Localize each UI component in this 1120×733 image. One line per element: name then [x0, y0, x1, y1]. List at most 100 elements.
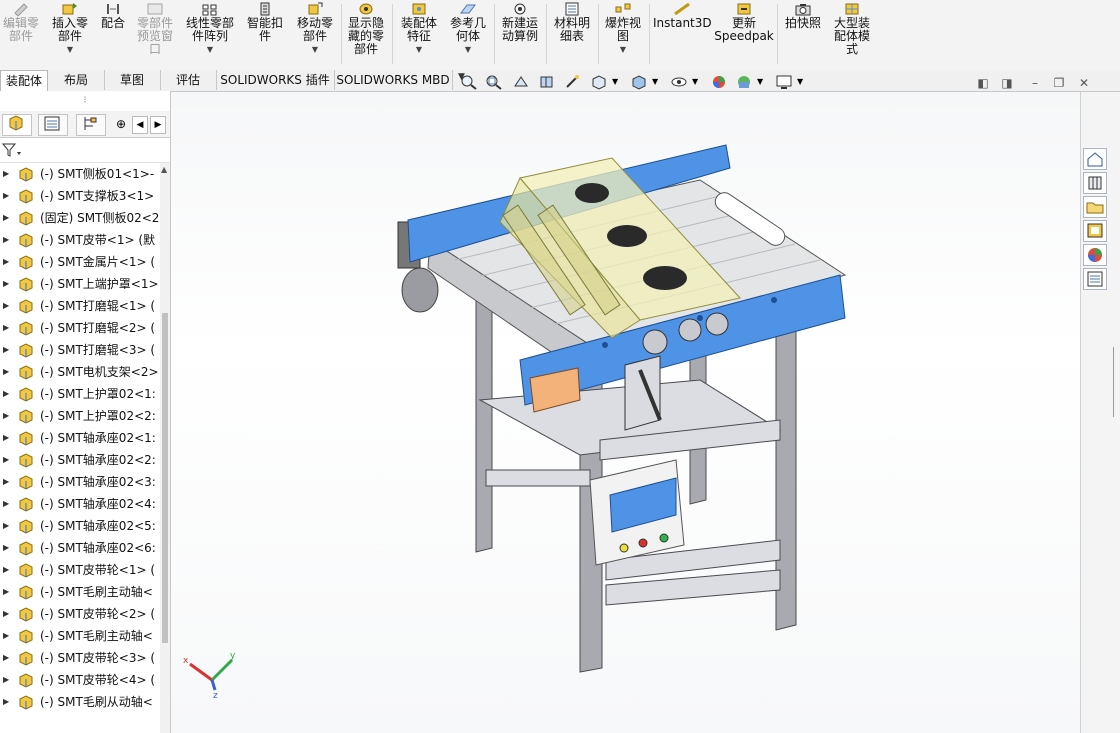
- component-preview-button[interactable]: 零部件 预览窗 口: [133, 0, 177, 66]
- expand-arrow-icon[interactable]: ▶: [3, 537, 9, 559]
- zoom-to-fit-icon[interactable]: [460, 74, 478, 90]
- instant3d-button[interactable]: Instant3D: [653, 0, 712, 66]
- tree-item[interactable]: ▶ (-) SMT皮带轮<3> (: [0, 647, 160, 669]
- tree-item[interactable]: ▶ (-) SMT轴承座02<4:: [0, 493, 160, 515]
- tree-item[interactable]: ▶ (-) SMT打磨辊<2> (: [0, 317, 160, 339]
- tree-item[interactable]: ▶ (-) SMT轴承座02<2:: [0, 449, 160, 471]
- expand-arrow-icon[interactable]: ▶: [3, 163, 9, 185]
- edit-component-button[interactable]: 编辑零 部件: [0, 0, 42, 66]
- custom-properties-button[interactable]: [1083, 268, 1107, 290]
- expand-arrow-icon[interactable]: ▶: [3, 471, 9, 493]
- task-pane-collapse-handle[interactable]: [1113, 347, 1120, 417]
- tree-item[interactable]: ▶ (-) SMT轴承座02<1:: [0, 427, 160, 449]
- scroll-tabs-right-icon[interactable]: ▶: [150, 116, 166, 134]
- tree-item[interactable]: ▶ (-) SMT金属片<1> (: [0, 251, 160, 273]
- restore-pane-right-icon[interactable]: ◨: [1000, 76, 1014, 90]
- chevron-down-icon[interactable]: ▼: [652, 74, 670, 90]
- update-speedpak-button[interactable]: 更新 Speedpak: [714, 0, 774, 66]
- expand-arrow-icon[interactable]: ▶: [3, 669, 9, 691]
- bill-of-materials-button[interactable]: 材料明 细表: [549, 0, 595, 66]
- tree-item[interactable]: ▶ (-) SMT打磨辊<1> (: [0, 295, 160, 317]
- tree-item[interactable]: ▶ (-) SMT轴承座02<6:: [0, 537, 160, 559]
- expand-arrow-icon[interactable]: ▶: [3, 295, 9, 317]
- expand-arrow-icon[interactable]: ▶: [3, 339, 9, 361]
- appearances-button[interactable]: [1083, 244, 1107, 266]
- expand-arrow-icon[interactable]: ▶: [3, 559, 9, 581]
- tree-item[interactable]: ▶ (-) SMT电机支架<2>: [0, 361, 160, 383]
- large-assembly-mode-button[interactable]: 大型装 配体模 式: [828, 0, 876, 66]
- edit-appearance-icon[interactable]: [710, 74, 728, 90]
- tree-item[interactable]: ▶ (-) SMT皮带轮<2> (: [0, 603, 160, 625]
- expand-arrow-icon[interactable]: ▶: [3, 251, 9, 273]
- expand-arrow-icon[interactable]: ▶: [3, 493, 9, 515]
- expand-arrow-icon[interactable]: ▶: [3, 427, 9, 449]
- chevron-down-icon[interactable]: ▼: [46, 43, 94, 56]
- expand-arrow-icon[interactable]: ▶: [3, 647, 9, 669]
- mate-button[interactable]: 配合: [96, 0, 130, 66]
- expand-arrow-icon[interactable]: ▶: [3, 229, 9, 251]
- display-style-icon[interactable]: [630, 74, 648, 90]
- tree-item[interactable]: ▶ (-) SMT毛刷主动轴<: [0, 581, 160, 603]
- move-component-button[interactable]: 移动零 部件 ▼: [292, 0, 338, 66]
- hide-show-items-icon[interactable]: [670, 74, 688, 90]
- tree-item[interactable]: ▶ (-) SMT毛刷主动轴<: [0, 625, 160, 647]
- view-palette-button[interactable]: [1083, 220, 1107, 242]
- expand-arrow-icon[interactable]: ▶: [3, 405, 9, 427]
- apply-scene-icon[interactable]: [735, 74, 753, 90]
- previous-view-icon[interactable]: [512, 74, 530, 90]
- chevron-down-icon[interactable]: ▼: [292, 43, 338, 56]
- chevron-down-icon[interactable]: ▼: [757, 74, 775, 90]
- reference-geometry-button[interactable]: 参考几 何体 ▼: [445, 0, 491, 66]
- tree-item[interactable]: ▶ (-) SMT皮带轮<1> (: [0, 559, 160, 581]
- dynamic-annotation-icon[interactable]: [564, 74, 582, 90]
- solidworks-resources-button[interactable]: [1083, 148, 1107, 170]
- minimize-icon[interactable]: –: [1028, 76, 1042, 90]
- zoom-to-area-icon[interactable]: [485, 74, 503, 90]
- dimxpert-tab-icon[interactable]: ⊕: [116, 117, 126, 131]
- tree-item[interactable]: ▶ (-) SMT皮带轮<4> (: [0, 669, 160, 691]
- tab-solidworks-mbd[interactable]: SOLIDWORKS MBD: [334, 70, 453, 90]
- tree-item[interactable]: ▶ (-) SMT侧板01<1>-: [0, 163, 160, 185]
- scrollbar-thumb[interactable]: [162, 313, 168, 643]
- tree-item[interactable]: ▶ (-) SMT轴承座02<3:: [0, 471, 160, 493]
- show-hidden-components-button[interactable]: 显示隐 藏的零 部件: [344, 0, 388, 66]
- view-settings-icon[interactable]: [775, 74, 793, 90]
- tab-layout[interactable]: 布局: [48, 70, 105, 90]
- assembly-features-button[interactable]: 装配体 特征 ▼: [396, 0, 442, 66]
- chevron-down-icon[interactable]: ▼: [692, 74, 710, 90]
- tab-configuration-manager[interactable]: [76, 114, 106, 136]
- expand-arrow-icon[interactable]: ▶: [3, 449, 9, 471]
- tab-feature-manager[interactable]: [2, 114, 32, 136]
- tree-item[interactable]: ▶ (-) SMT打磨辊<3> (: [0, 339, 160, 361]
- view-orientation-icon[interactable]: [590, 74, 608, 90]
- exploded-view-button[interactable]: 爆炸视 图 ▼: [600, 0, 646, 66]
- tree-scrollbar[interactable]: ▲: [160, 163, 170, 733]
- design-library-button[interactable]: [1083, 172, 1107, 194]
- restore-pane-left-icon[interactable]: ◧: [976, 76, 990, 90]
- panel-grip-icon[interactable]: ⁝: [0, 91, 170, 111]
- smart-fasteners-button[interactable]: 智能扣 件: [243, 0, 287, 66]
- tab-property-manager[interactable]: [38, 114, 68, 136]
- chevron-down-icon[interactable]: ▼: [182, 43, 238, 56]
- filter-icon[interactable]: [2, 142, 22, 158]
- conveyor-machine-model[interactable]: x y z: [171, 92, 1080, 733]
- expand-arrow-icon[interactable]: ▶: [3, 581, 9, 603]
- chevron-down-icon[interactable]: ▼: [396, 43, 442, 56]
- tree-item[interactable]: ▶ (-) SMT上护罩02<2:: [0, 405, 160, 427]
- chevron-down-icon[interactable]: ▼: [797, 74, 815, 90]
- file-explorer-button[interactable]: [1083, 196, 1107, 218]
- tree-item[interactable]: ▶ (-) SMT皮带<1> (默: [0, 229, 160, 251]
- tree-item[interactable]: ▶ (-) SMT上端护罩<1>: [0, 273, 160, 295]
- expand-arrow-icon[interactable]: ▶: [3, 625, 9, 647]
- expand-arrow-icon[interactable]: ▶: [3, 207, 9, 229]
- linear-pattern-button[interactable]: 线性零部 件阵列 ▼: [182, 0, 238, 66]
- expand-arrow-icon[interactable]: ▶: [3, 691, 9, 713]
- tab-evaluate[interactable]: 评估: [160, 70, 217, 90]
- tree-item[interactable]: ▶ (-) SMT支撑板3<1>: [0, 185, 160, 207]
- close-icon[interactable]: ✕: [1077, 76, 1091, 90]
- expand-arrow-icon[interactable]: ▶: [3, 383, 9, 405]
- chevron-down-icon[interactable]: ▼: [445, 43, 491, 56]
- expand-arrow-icon[interactable]: ▶: [3, 515, 9, 537]
- expand-arrow-icon[interactable]: ▶: [3, 361, 9, 383]
- insert-components-button[interactable]: 插入零 部件 ▼: [46, 0, 94, 66]
